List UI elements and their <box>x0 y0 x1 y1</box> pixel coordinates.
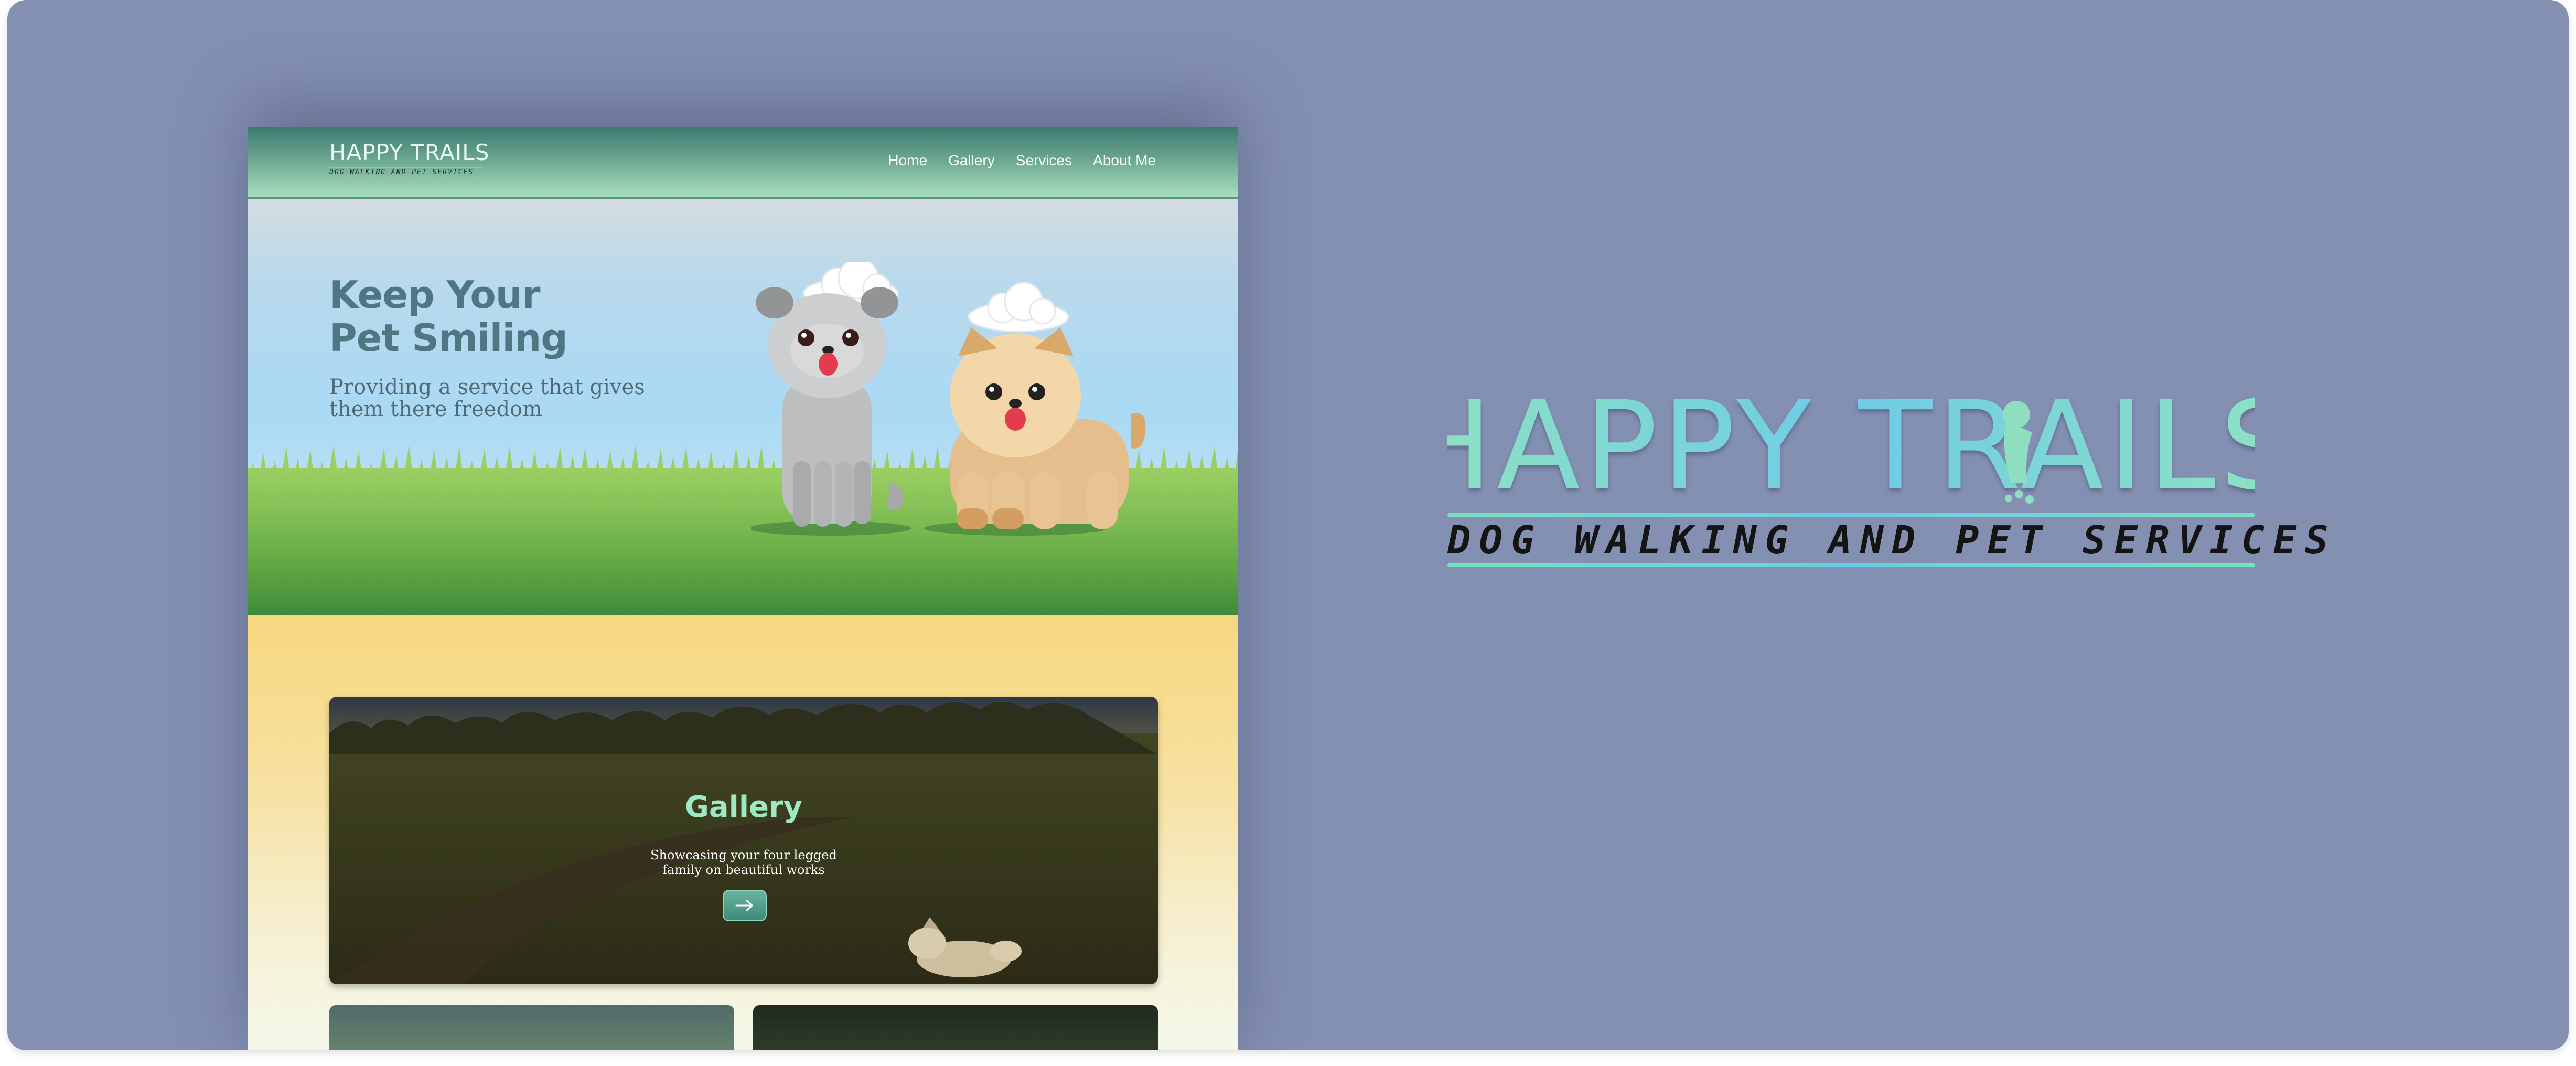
cloud-icon <box>968 282 1069 333</box>
hero-title-line-2: Pet Smiling <box>329 316 568 360</box>
content-section: Gallery Showcasing your four legged fami… <box>248 615 1238 1050</box>
hero-section: Keep Your Pet Smiling Providing a servic… <box>248 199 1238 615</box>
nav-gallery[interactable]: Gallery <box>948 152 995 169</box>
nav-home[interactable]: Home <box>888 152 927 169</box>
brand-tagline: DOG WALKING AND PET SERVICES <box>1447 518 2337 563</box>
tagline-divider-top <box>1447 513 2255 517</box>
grey-dog-icon <box>756 287 904 527</box>
gallery-card[interactable]: Gallery Showcasing your four legged fami… <box>329 697 1158 984</box>
brand-logo-large: HAPPY TRAILS DOG WALKING AND PET SERVICE… <box>1447 378 2337 577</box>
hero-title: Keep Your Pet Smiling <box>329 273 665 359</box>
tan-dog-icon <box>950 327 1146 529</box>
site-header: HAPPY TRAILS DOG WALKING AND PET SERVICE… <box>248 127 1238 199</box>
hero-subtitle: Providing a service that gives them ther… <box>329 375 645 421</box>
hero-title-line-1: Keep Your <box>329 273 541 317</box>
site-logo-text: HAPPY TRAILS <box>329 140 490 165</box>
services-card-thumbnail[interactable] <box>329 1005 734 1050</box>
gallery-background-photo <box>329 697 1158 984</box>
brand-logo-name: HAPPY TRAILS <box>1447 378 2255 509</box>
nav-services[interactable]: Services <box>1016 152 1072 169</box>
brand-tagline-banner: DOG WALKING AND PET SERVICES <box>1447 513 2337 568</box>
arrow-right-icon <box>735 900 753 911</box>
site-logo-tagline: DOG WALKING AND PET SERVICES <box>329 167 482 178</box>
presentation-canvas: HAPPY TRAILS DOG WALKING AND PET SERVICE… <box>7 0 2569 1050</box>
brand-logo-wordmark: HAPPY TRAILS <box>1447 378 2255 509</box>
tagline-divider-bottom <box>1447 563 2255 567</box>
nav-about-me[interactable]: About Me <box>1093 152 1156 169</box>
gallery-subtitle: Showcasing your four legged family on be… <box>650 848 837 877</box>
website-mockup: HAPPY TRAILS DOG WALKING AND PET SERVICE… <box>248 127 1238 1050</box>
gallery-title: Gallery <box>684 790 803 824</box>
about-card-thumbnail[interactable] <box>753 1005 1158 1050</box>
gallery-arrow-button[interactable] <box>723 890 767 921</box>
site-logo[interactable]: HAPPY TRAILS DOG WALKING AND PET SERVICE… <box>329 140 490 185</box>
cartoon-dogs-illustration <box>751 262 1146 536</box>
main-nav: Home Gallery Services About Me <box>888 152 1156 169</box>
